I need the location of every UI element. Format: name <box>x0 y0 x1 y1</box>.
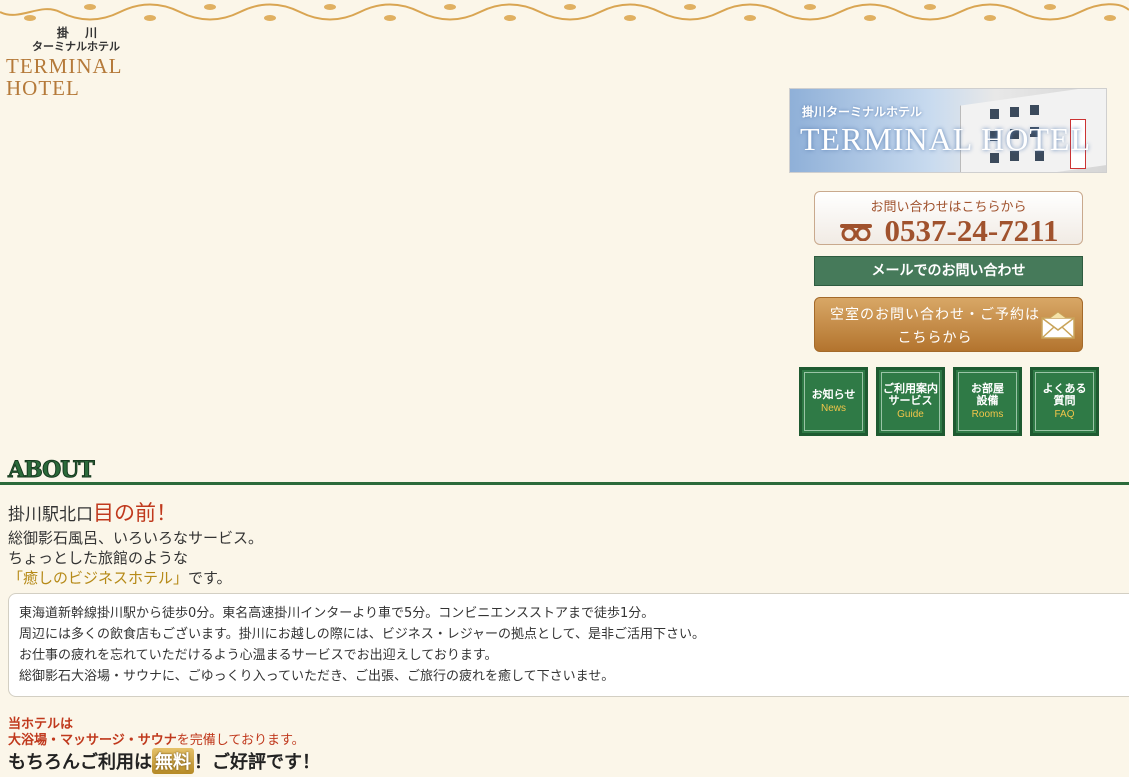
hotel-logo[interactable]: 掛 川 ターミナルホテル TERMINAL HOTEL <box>6 26 146 99</box>
banner-large-text: TERMINAL HOTEL <box>800 121 1091 157</box>
nav-tile-guide[interactable]: ご利用案内 サービス Guide <box>876 367 945 436</box>
vine-border-decoration <box>0 3 1129 21</box>
description-line: 東海道新幹線掛川駅から徒歩0分。東名高速掛川インターより車で5分。コンビニエンス… <box>19 606 655 621</box>
nav-tile-sublabel: Guide <box>897 409 924 420</box>
lead-highlight: 目の前！ <box>93 501 177 525</box>
feature-line2: 大浴場・マッサージ・サウナを完備しております。 <box>8 733 305 748</box>
logo-english: TERMINAL HOTEL <box>6 54 122 100</box>
about-divider <box>0 482 1129 485</box>
description-line: 周辺には多くの飲食店もございます。掛川にお越しの際には、ビジネス・レジャーの拠点… <box>19 627 706 642</box>
nav-tile-label: お部屋 設備 <box>971 382 1004 407</box>
description-line: 総御影石大浴場・サウナに、ごゆっくり入っていただき、ご出張、ご旅行の疲れを癒して… <box>19 669 615 684</box>
lead-headline: 掛川駅北口目の前！ <box>8 501 177 525</box>
lead-line4: 「癒しのビジネスホテル」です。 <box>8 569 232 587</box>
nav-tile-sublabel: News <box>820 403 846 414</box>
banner-small-text: 掛川ターミナルホテル <box>802 105 923 119</box>
envelope-icon <box>1041 311 1075 339</box>
feature-line3: もちろんご利用は 無料 ！ご好評です！ <box>8 748 320 774</box>
phone-contact-box[interactable]: お問い合わせはこちらから 0537-24-7211 <box>814 191 1083 248</box>
nav-tile-sublabel: FAQ <box>1054 409 1075 420</box>
logo-line1: 掛 川 <box>56 26 104 40</box>
nav-tile-sublabel: Rooms <box>971 409 1004 420</box>
lead-line2: 総御影石風呂、いろいろなサービス。 <box>8 529 264 547</box>
description-line: お仕事の疲れを忘れていただけるよう心温まるサービスでお出迎えしております。 <box>19 648 498 663</box>
reservation-label: 空室のお問い合わせ・ご予約は こちらから <box>830 307 1040 346</box>
logo-line2: ターミナルホテル <box>32 40 120 53</box>
nav-tile-label: お知らせ <box>811 388 856 401</box>
mail-inquiry-button[interactable]: メールでのお問い合わせ <box>814 256 1083 286</box>
nav-tile-label: よくある 質問 <box>1042 382 1087 407</box>
nav-tile-news[interactable]: お知らせ News <box>799 367 868 436</box>
phone-number: 0537-24-7211 <box>884 213 1059 248</box>
nav-tile-label: ご利用案内 サービス <box>883 382 938 407</box>
about-heading: ABOUT <box>8 457 96 484</box>
free-badge: 無料 <box>152 748 194 774</box>
about-description-box: 東海道新幹線掛川駅から徒歩0分。東名高速掛川インターより車で5分。コンビニエンス… <box>8 593 1129 697</box>
free-dial-icon <box>839 224 872 241</box>
nav-tile-rooms[interactable]: お部屋 設備 Rooms <box>953 367 1022 436</box>
lead-tagline: 「癒しのビジネスホテル」 <box>8 569 189 587</box>
nav-tile-faq[interactable]: よくある 質問 FAQ <box>1030 367 1099 436</box>
hotel-banner-image: 掛川ターミナルホテル TERMINAL HOTEL <box>789 88 1107 173</box>
lead-line3: ちょっとした旅館のような <box>8 549 189 567</box>
reservation-button[interactable]: 空室のお問い合わせ・ご予約は こちらから <box>814 297 1083 352</box>
